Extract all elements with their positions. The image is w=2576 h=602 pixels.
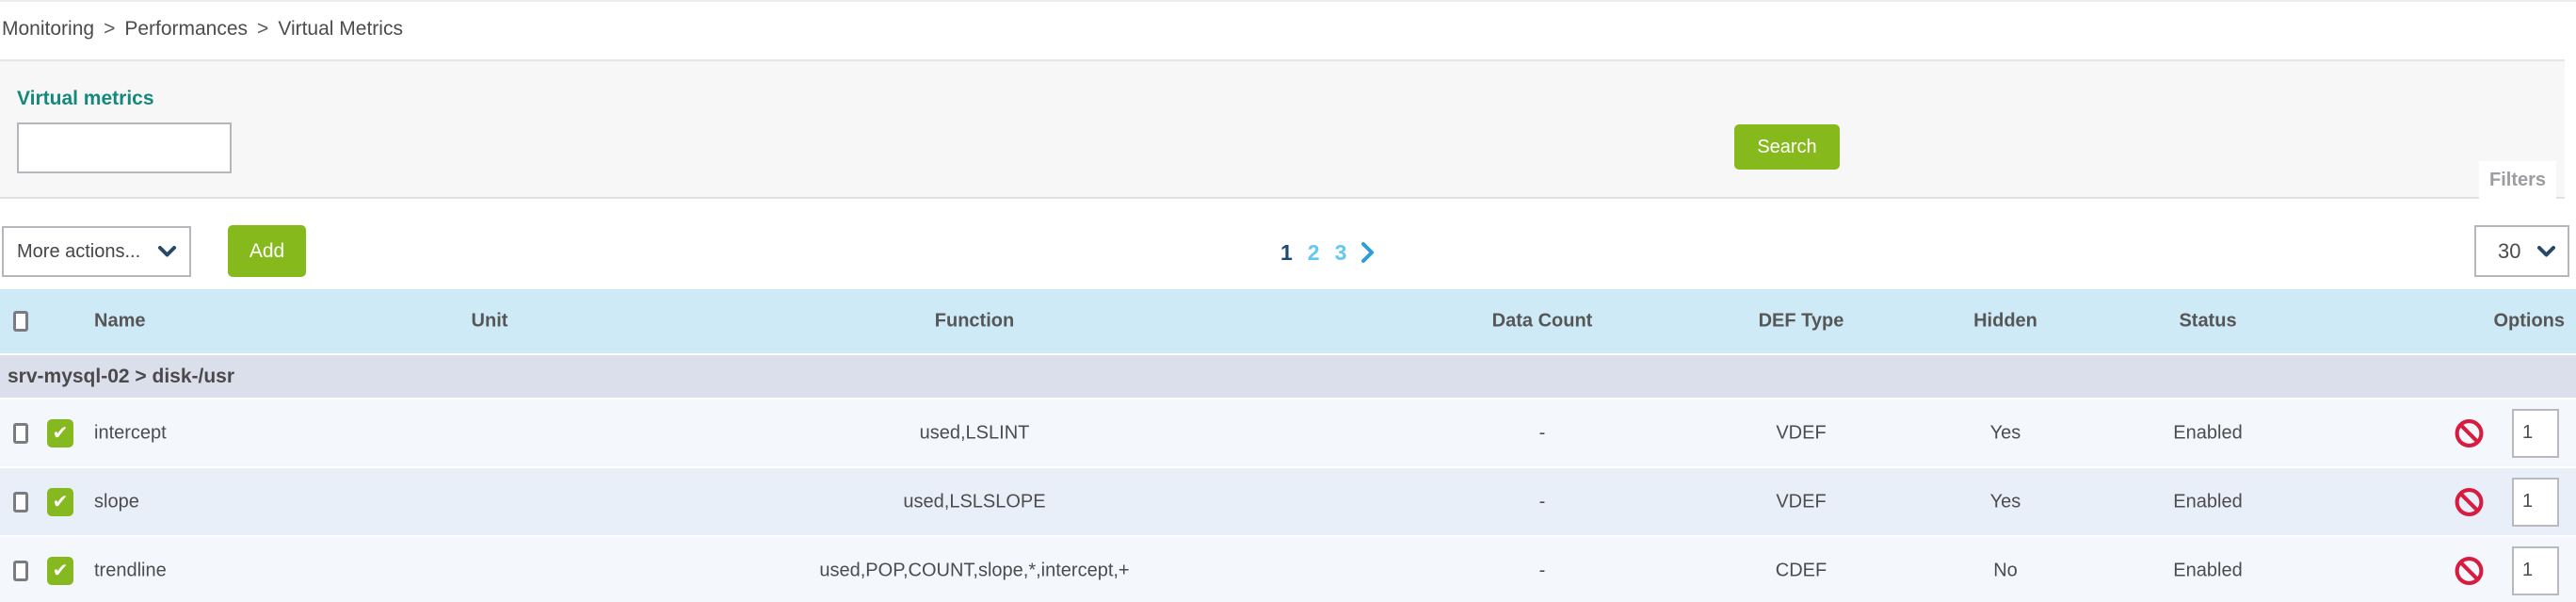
row-data-count: - [1539, 560, 1546, 581]
header-name: Name [94, 311, 145, 333]
row-selected-checkbox[interactable]: ✔ [47, 419, 73, 447]
select-all-checkbox[interactable] [13, 311, 28, 332]
page-link-2[interactable]: 2 [1308, 240, 1320, 266]
chevron-right-icon [1361, 241, 1375, 264]
row-def-type: CDEF [1776, 560, 1827, 581]
more-actions-label: More actions... [17, 241, 140, 263]
page-link-1[interactable]: 1 [1280, 240, 1293, 266]
row-checkbox[interactable] [13, 423, 28, 444]
row-data-count: - [1539, 491, 1546, 513]
row-function: used,LSLSLOPE [903, 491, 1045, 513]
breadcrumb-separator: > [257, 18, 268, 41]
row-status: Enabled [2173, 491, 2242, 513]
breadcrumb: Monitoring > Performances > Virtual Metr… [2, 18, 403, 41]
row-hidden: Yes [1990, 491, 2021, 513]
checked-icon: ✔ [53, 490, 69, 513]
filters-tab[interactable]: Filters [2479, 161, 2556, 199]
next-page-button[interactable] [1361, 241, 1375, 264]
header-hidden: Hidden [1973, 311, 2037, 333]
pagination: 123 [1280, 236, 1375, 269]
filter-panel: Virtual metrics Search Filters [0, 59, 2565, 199]
checked-icon: ✔ [53, 421, 69, 445]
row-data-count: - [1539, 422, 1546, 444]
chevron-down-icon [2537, 246, 2555, 257]
breadcrumb-item-monitoring[interactable]: Monitoring [2, 18, 94, 41]
breadcrumb-separator: > [104, 18, 115, 41]
row-name[interactable]: slope [94, 491, 139, 513]
row-function: used,POP,COUNT,slope,*,intercept,+ [819, 560, 1129, 581]
header-function: Function [935, 311, 1014, 333]
header-unit: Unit [472, 311, 508, 333]
row-selected-checkbox[interactable]: ✔ [47, 488, 73, 516]
header-options: Options [2493, 311, 2565, 333]
row-function: used,LSLINT [920, 422, 1030, 444]
row-name[interactable]: intercept [94, 422, 167, 444]
virtual-metrics-table: Name Unit Function Data Count DEF Type H… [0, 289, 2576, 602]
row-selected-checkbox[interactable]: ✔ [47, 557, 73, 585]
page-size-value: 30 [2498, 239, 2520, 264]
header-data-count: Data Count [1492, 311, 1593, 333]
add-button[interactable]: Add [228, 225, 306, 277]
breadcrumb-item-performances[interactable]: Performances [124, 18, 248, 41]
row-order-input[interactable] [2512, 546, 2559, 595]
chevron-down-icon [158, 246, 176, 257]
search-button[interactable]: Search [1734, 124, 1840, 170]
row-status: Enabled [2173, 560, 2242, 581]
checked-icon: ✔ [53, 559, 69, 582]
pagination-pages: 123 [1280, 240, 1346, 266]
page-link-3[interactable]: 3 [1335, 240, 1347, 266]
more-actions-select[interactable]: More actions... [2, 226, 191, 277]
breadcrumb-item-virtual-metrics: Virtual Metrics [278, 18, 403, 41]
row-def-type: VDEF [1776, 491, 1826, 513]
row-checkbox[interactable] [13, 492, 28, 513]
row-hidden: No [1993, 560, 2018, 581]
row-hidden: Yes [1990, 422, 2021, 444]
table-rows: ✔ intercept used,LSLINT - VDEF Yes Enabl… [0, 398, 2576, 602]
row-order-input[interactable] [2512, 478, 2559, 527]
header-status: Status [2179, 311, 2236, 333]
ban-icon[interactable] [2454, 486, 2485, 517]
page-size-select[interactable]: 30 [2474, 225, 2569, 277]
table-row: ✔ intercept used,LSLINT - VDEF Yes Enabl… [0, 398, 2576, 466]
group-row: srv-mysql-02 > disk-/usr [0, 353, 2576, 398]
table-row: ✔ trendline used,POP,COUNT,slope,*,inter… [0, 535, 2576, 602]
row-checkbox[interactable] [13, 561, 28, 581]
page-title: Virtual metrics [17, 88, 154, 110]
ban-icon[interactable] [2454, 417, 2485, 448]
row-name[interactable]: trendline [94, 560, 167, 581]
table-header-row: Name Unit Function Data Count DEF Type H… [0, 289, 2576, 353]
virtual-metrics-page: Monitoring > Performances > Virtual Metr… [0, 0, 2576, 602]
row-order-input[interactable] [2512, 409, 2559, 458]
header-def-type: DEF Type [1759, 311, 1844, 333]
table-row: ✔ slope used,LSLSLOPE - VDEF Yes Enabled [0, 466, 2576, 535]
ban-icon[interactable] [2454, 555, 2485, 586]
row-def-type: VDEF [1776, 422, 1826, 444]
row-status: Enabled [2173, 422, 2242, 444]
search-input[interactable] [17, 122, 232, 173]
